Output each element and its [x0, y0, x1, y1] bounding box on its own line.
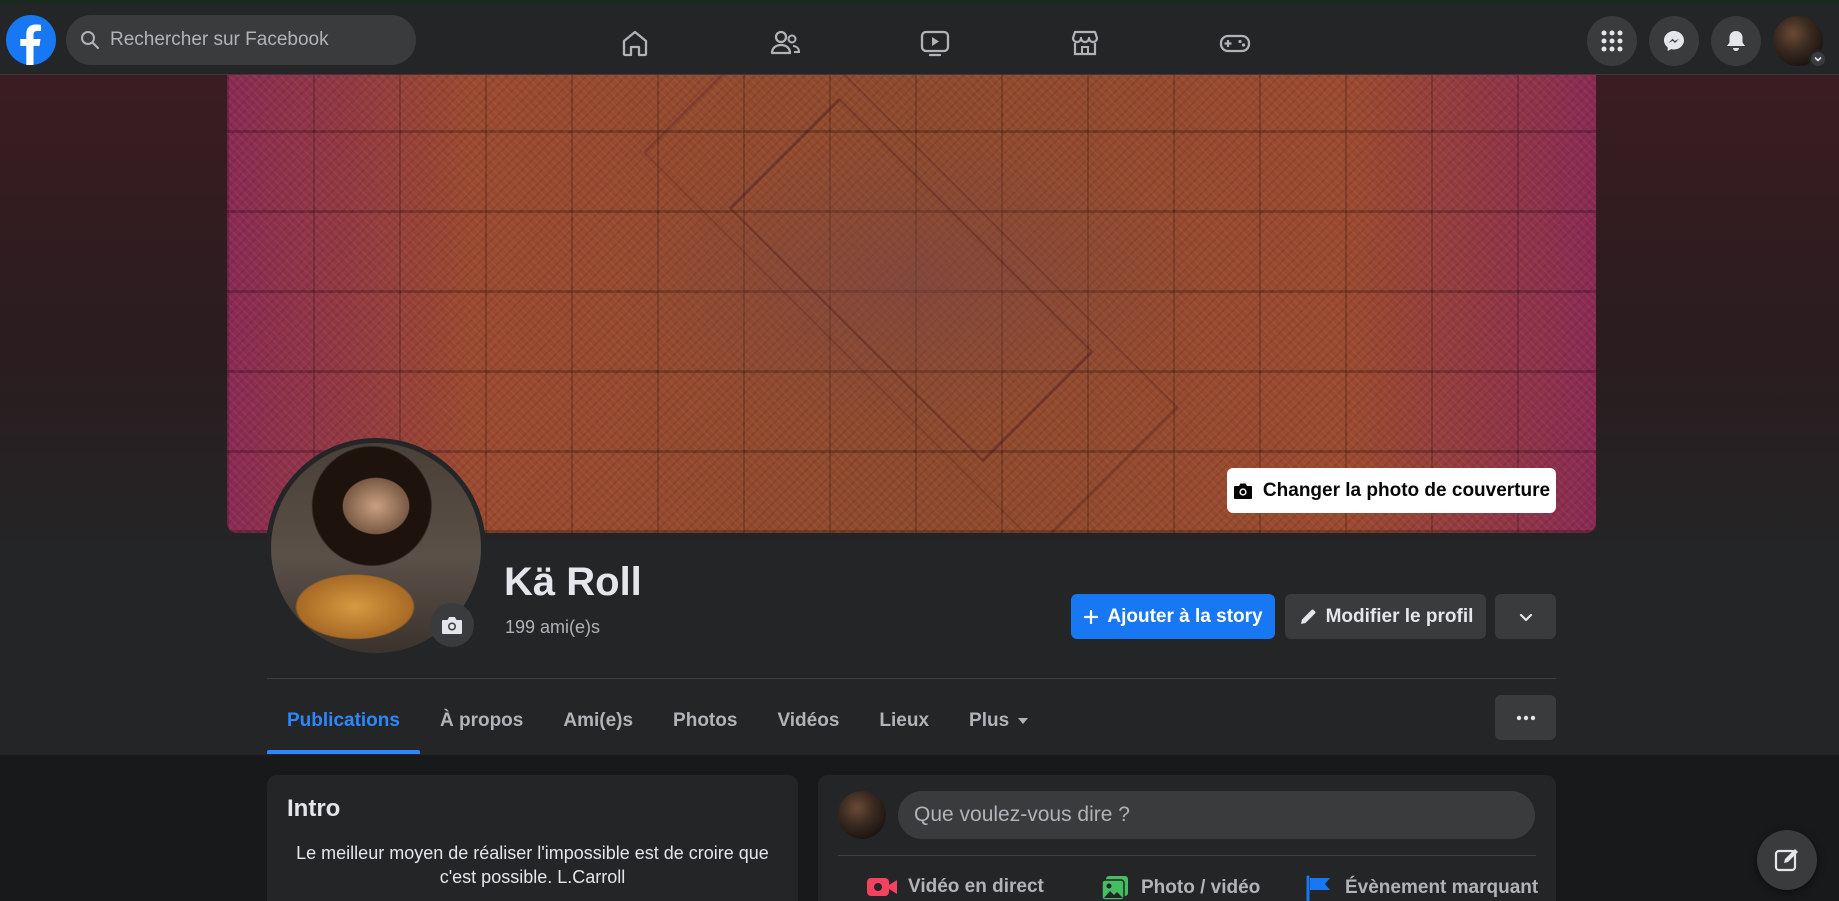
life-event-button[interactable]: Évènement marquant	[1305, 875, 1538, 901]
tab-label: Photos	[673, 710, 738, 731]
flag-icon	[1306, 875, 1330, 901]
account-controls	[1587, 16, 1827, 68]
live-video-icon	[867, 878, 897, 896]
camera-icon	[442, 617, 462, 634]
photo-video-button[interactable]: Photo / vidéo	[1101, 875, 1260, 901]
avatar[interactable]	[838, 791, 886, 839]
chevron-down-icon	[1809, 50, 1827, 68]
pencil-icon	[1300, 609, 1316, 624]
search-icon	[81, 31, 100, 50]
gaming-icon	[1219, 34, 1251, 53]
profile-options-button[interactable]	[1495, 594, 1556, 639]
chevron-down-icon	[1519, 613, 1532, 621]
intro-title: Intro	[287, 795, 341, 822]
live-video-label: Vidéo en direct	[908, 876, 1044, 897]
intro-card: Intro Le meilleur moyen de réaliser l'im…	[267, 775, 798, 901]
tab-label: Plus	[969, 710, 1010, 731]
edit-profile-button[interactable]: Modifier le profil	[1285, 594, 1486, 639]
menu-button[interactable]	[1587, 16, 1637, 66]
nav-home-tab[interactable]	[560, 8, 710, 78]
top-navigation-bar	[0, 0, 1839, 75]
composer-placeholder: Que voulez-vous dire ?	[914, 803, 1130, 826]
tab-label: Lieux	[879, 710, 930, 731]
bell-icon	[1727, 31, 1745, 51]
tab-label: À propos	[439, 710, 524, 731]
search-input[interactable]	[110, 29, 390, 51]
messenger-icon	[1664, 31, 1684, 51]
tab-about[interactable]: À propos	[420, 688, 543, 754]
marketplace-icon	[1071, 30, 1099, 56]
nav-gaming-tab[interactable]	[1160, 8, 1310, 78]
photo-video-label: Photo / vidéo	[1141, 877, 1261, 898]
compose-icon	[1774, 849, 1798, 872]
live-video-button[interactable]: Vidéo en direct	[866, 875, 1044, 899]
tab-publications[interactable]: Publications	[267, 688, 420, 754]
plus-icon	[1084, 609, 1099, 624]
notifications-button[interactable]	[1711, 16, 1761, 66]
main-nav-tabs	[560, 8, 1310, 78]
messenger-button[interactable]	[1649, 16, 1699, 66]
update-profile-picture-button[interactable]	[430, 603, 474, 647]
watch-icon	[920, 30, 950, 57]
caret-down-icon	[1018, 718, 1029, 724]
friends-icon	[770, 30, 801, 55]
facebook-logo-icon[interactable]	[6, 15, 56, 65]
header-divider	[267, 678, 1556, 679]
profile-tabs: Publications À propos Ami(e)s Photos Vid…	[267, 688, 1049, 754]
camera-icon	[1233, 483, 1252, 499]
tab-label: Vidéos	[777, 710, 840, 731]
menu-grid-icon	[1601, 30, 1623, 52]
tabs-overflow-button[interactable]	[1495, 695, 1556, 740]
nav-watch-tab[interactable]	[860, 8, 1010, 78]
tab-label: Ami(e)s	[563, 710, 634, 731]
composer-divider	[838, 855, 1536, 856]
home-icon	[622, 30, 648, 57]
composer-input[interactable]: Que voulez-vous dire ?	[898, 791, 1535, 839]
intro-bio: Le meilleur moyen de réaliser l'impossib…	[296, 843, 769, 887]
search-box[interactable]	[66, 15, 416, 65]
profile-name: Kä Roll	[504, 560, 642, 604]
nav-marketplace-tab[interactable]	[1010, 8, 1160, 78]
change-cover-photo-button[interactable]: Changer la photo de couverture	[1227, 468, 1556, 513]
add-to-story-button[interactable]: Ajouter à la story	[1071, 594, 1275, 639]
tab-places[interactable]: Lieux	[859, 688, 949, 754]
tab-videos[interactable]: Vidéos	[757, 688, 859, 754]
photo-icon	[1101, 876, 1128, 901]
nav-friends-tab[interactable]	[710, 8, 860, 78]
change-cover-label: Changer la photo de couverture	[1262, 479, 1551, 501]
friends-count[interactable]: 199 ami(e)s	[505, 617, 600, 638]
tab-friends[interactable]: Ami(e)s	[543, 688, 653, 754]
new-message-button[interactable]	[1757, 830, 1817, 890]
life-event-label: Évènement marquant	[1345, 877, 1539, 898]
more-horizontal-icon	[1516, 715, 1535, 720]
tab-more[interactable]: Plus	[949, 688, 1049, 754]
tab-label: Publications	[287, 710, 400, 731]
edit-profile-label: Modifier le profil	[1325, 605, 1474, 627]
account-avatar[interactable]	[1773, 16, 1827, 68]
tab-photos[interactable]: Photos	[653, 688, 757, 754]
add-to-story-label: Ajouter à la story	[1107, 605, 1263, 627]
